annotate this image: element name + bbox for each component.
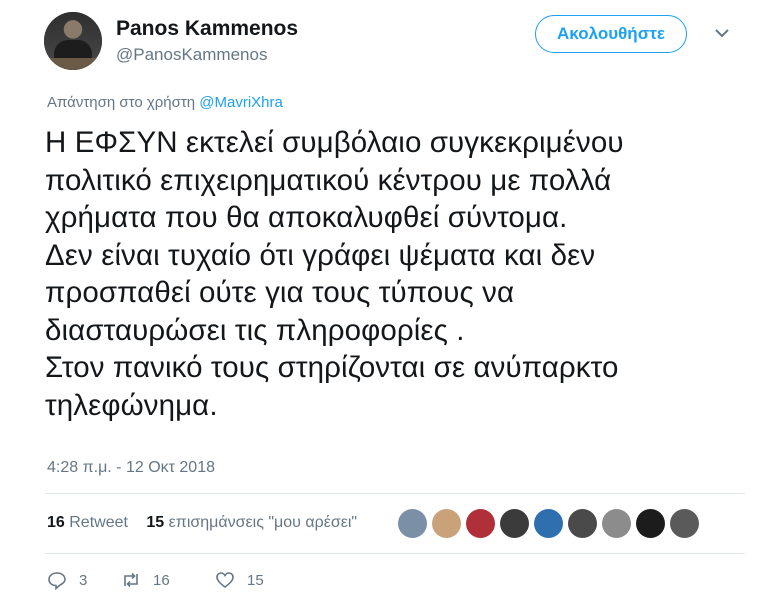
reply-icon	[48, 572, 66, 590]
chevron-down-icon[interactable]	[715, 26, 729, 40]
like-icon	[216, 572, 234, 589]
avatar[interactable]	[44, 12, 102, 70]
reply-count: 3	[79, 571, 88, 589]
liker-avatars[interactable]	[398, 509, 699, 538]
reply-prefix: Απάντηση στο χρήστη	[47, 94, 196, 111]
author-handle[interactable]: @PanosKammenos	[116, 45, 267, 65]
reply-to-link[interactable]: @MavriXhra	[199, 94, 283, 111]
like-action[interactable]: 15	[215, 570, 264, 590]
tweet-header: Panos Kammenos @PanosKammenos Ακολουθήστ…	[44, 12, 744, 72]
tweet-stats: 16 Retweet 15 επισημάνσεις "μου αρέσει"	[47, 514, 357, 532]
liker-avatar[interactable]	[602, 509, 631, 538]
like-count: 15	[247, 571, 264, 589]
liker-avatar[interactable]	[432, 509, 461, 538]
liker-avatar[interactable]	[500, 509, 529, 538]
liker-avatar[interactable]	[568, 509, 597, 538]
retweet-stat[interactable]: 16 Retweet	[47, 514, 128, 531]
tweet-text: Η ΕΦΣΥΝ εκτελεί συμβόλαιο συγκεκριμένου …	[45, 126, 624, 422]
liker-avatar[interactable]	[636, 509, 665, 538]
liker-avatar[interactable]	[466, 509, 495, 538]
author-name[interactable]: Panos Kammenos	[116, 17, 298, 41]
liker-avatar[interactable]	[398, 509, 427, 538]
tweet-actions: 3 16 15	[47, 570, 264, 590]
follow-button[interactable]: Ακολουθήστε	[535, 15, 687, 53]
retweet-count: 16	[153, 571, 170, 589]
likes-stat[interactable]: 15 επισημάνσεις "μου αρέσει"	[146, 514, 357, 531]
liker-avatar[interactable]	[534, 509, 563, 538]
reply-context: Απάντηση στο χρήστη @MavriXhra	[47, 94, 283, 111]
liker-avatar[interactable]	[670, 509, 699, 538]
tweet-timestamp[interactable]: 4:28 π.μ. - 12 Οκτ 2018	[47, 459, 215, 477]
divider	[45, 553, 745, 554]
retweet-icon	[124, 572, 138, 588]
divider	[45, 493, 745, 494]
reply-action[interactable]: 3	[47, 570, 121, 590]
retweet-action[interactable]: 16	[121, 570, 215, 590]
